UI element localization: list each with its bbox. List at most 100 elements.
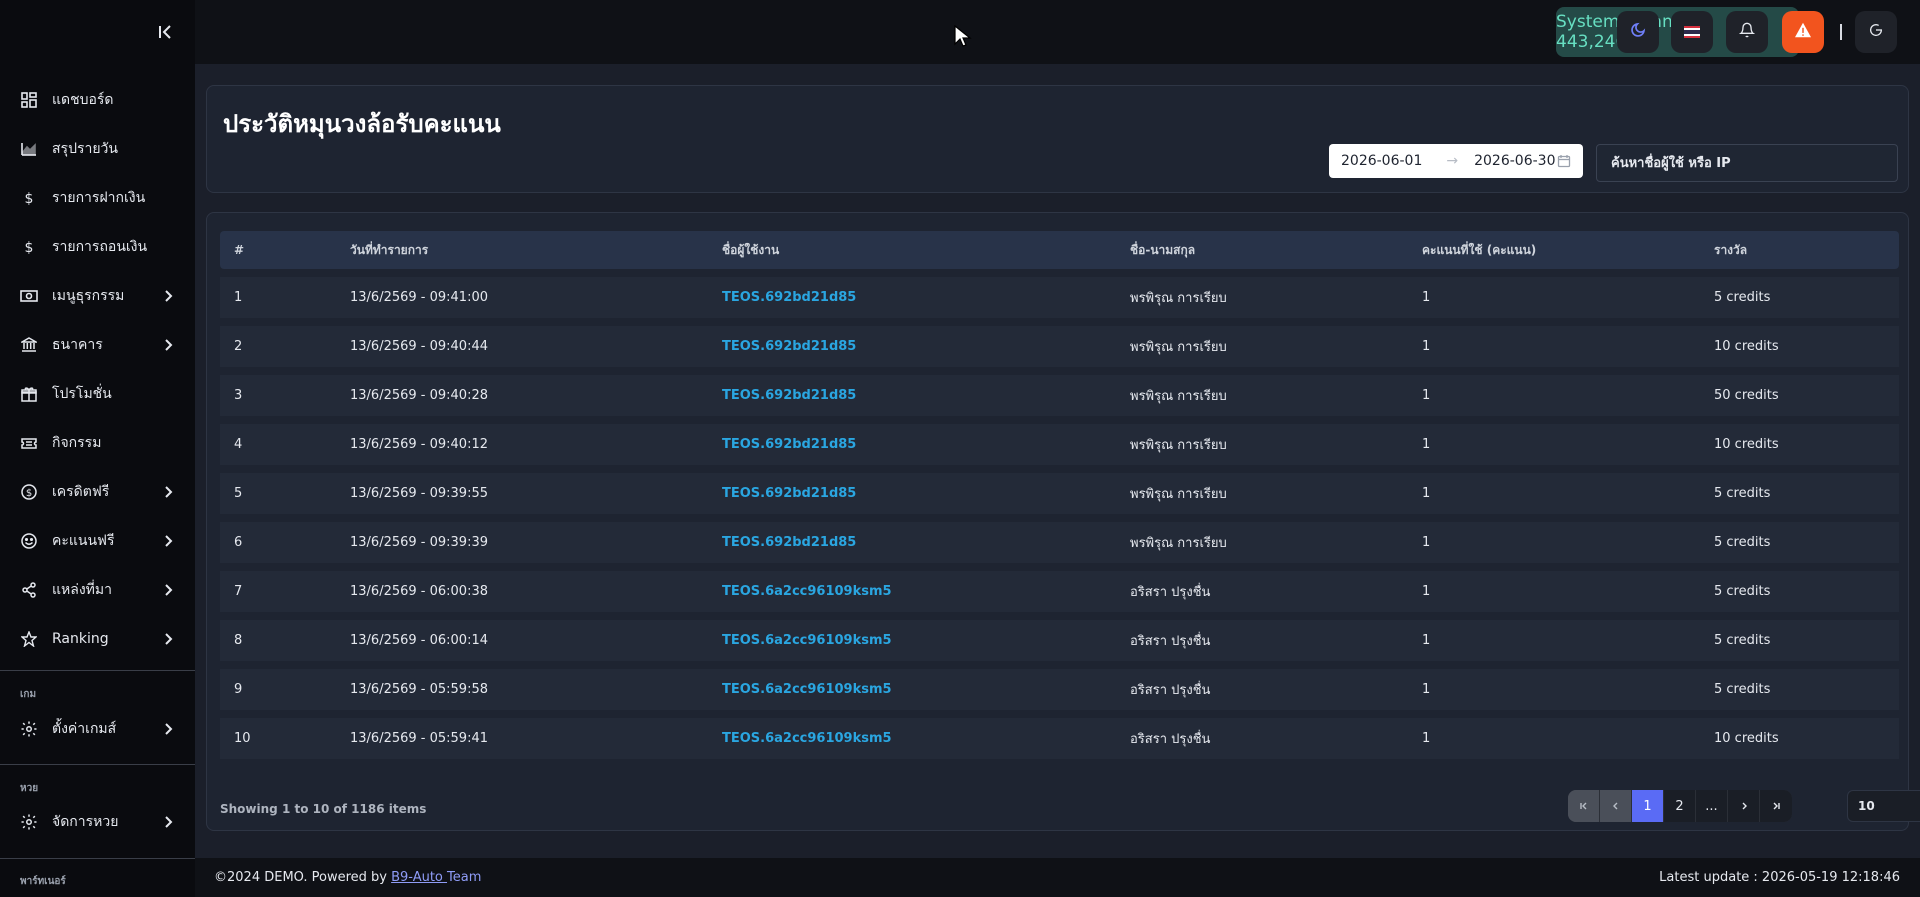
topbar: System Balance : 443,246.02 [195,0,1920,64]
table-row: 7 13/6/2569 - 06:00:38 TEOS.6a2cc96109ksm5… [220,571,1899,612]
date-range-picker[interactable]: 2026-06-01 → 2026-06-30 [1329,144,1583,178]
sidebar-item-5[interactable]: ธนาคาร [0,320,195,369]
column-header: รางวัล [1714,242,1748,257]
username-link[interactable]: TEOS.6a2cc96109ksm5 [708,633,1116,648]
table-cell: 10 credits [1714,731,1779,746]
table-cell: 13/6/2569 - 05:59:58 [350,682,488,697]
page-button-1[interactable]: 1 [1632,790,1664,822]
collapse-sidebar-icon[interactable] [157,23,175,41]
sidebar-item-1[interactable]: สรุปรายวัน [0,124,195,173]
section-title-lotto: หวย [20,783,39,794]
logout-button[interactable] [1855,11,1897,53]
pagination: 1 2 ... [1568,790,1792,822]
table-cell: อริสรา ปรุงชื่น [1130,634,1211,649]
language-button[interactable] [1671,11,1713,53]
sidebar-item-2[interactable]: $ รายการฝากเงิน [0,173,195,222]
data-table: # วันที่ทำรายการ ชื่อผู้ใช้งาน ชื่อ-นามสกุล… [220,231,1899,759]
next-page-button[interactable] [1728,790,1760,822]
brand-link-suffix[interactable]: Team [447,870,481,885]
latest-update: Latest update : 2026-05-19 12:18:46 [1659,870,1900,885]
sidebar-item-9[interactable]: คะแนนฟรี [0,516,195,565]
table-cell: 5 credits [1714,290,1771,305]
alert-button[interactable] [1782,11,1824,53]
last-page-button[interactable] [1760,790,1792,822]
username-link[interactable]: TEOS.6a2cc96109ksm5 [708,731,1116,746]
username-link[interactable]: TEOS.6a2cc96109ksm5 [708,584,1116,599]
sidebar: แดชบอร์ดสรุปรายวัน $ รายการฝากเงิน $ รายการถ… [0,0,195,897]
username-link[interactable]: TEOS.692bd21d85 [708,290,1116,305]
chevron-right-icon [161,533,175,547]
theme-toggle-button[interactable] [1617,11,1659,53]
sidebar-divider [0,858,195,859]
sidebar-item-label: สรุปรายวัน [52,140,118,157]
chevron-right-icon [161,337,175,351]
sidebar-item-lotto-manage[interactable]: จัดการหวย [0,797,195,846]
per-page-select[interactable]: 10 [1847,790,1920,822]
username-link[interactable]: TEOS.692bd21d85 [708,437,1116,452]
table-cell: 13/6/2569 - 09:40:44 [350,339,488,354]
page-ellipsis[interactable]: ... [1696,790,1728,822]
table-cell: 13/6/2569 - 09:41:00 [350,290,488,305]
chart-area-icon [20,140,38,158]
dollar-icon: $ [20,189,38,207]
sidebar-item-label: แหล่งที่มา [52,581,112,598]
gear-icon [20,720,38,738]
sidebar-item-4[interactable]: เมนูธุรกรรม [0,271,195,320]
username-link[interactable]: TEOS.692bd21d85 [708,388,1116,403]
table-cell: 13/6/2569 - 09:39:39 [350,535,488,550]
chevron-right-icon [161,582,175,596]
sidebar-item-3[interactable]: $ รายการถอนเงิน [0,222,195,271]
table-cell: 3 [234,388,243,403]
username-link[interactable]: TEOS.6a2cc96109ksm5 [708,682,1116,697]
column-header: วันที่ทำรายการ [350,242,429,257]
page-button-2[interactable]: 2 [1664,790,1696,822]
section-title-partner: พาร์ทเนอร์ [20,876,66,887]
section-title-game: เกม [20,689,37,700]
table-cell: 1 [1422,682,1431,697]
table-cell: 1 [1422,633,1431,648]
table-cell: 5 credits [1714,682,1771,697]
bank-icon [20,336,38,354]
table-cell: 50 credits [1714,388,1779,403]
sidebar-item-11[interactable]: Ranking [0,614,195,663]
table-cell: 5 credits [1714,633,1771,648]
table-body: 1 13/6/2569 - 09:41:00 TEOS.692bd21d85 พรพิ… [220,277,1899,759]
brand-link[interactable]: B9-Auto [391,870,447,885]
table-cell: 13/6/2569 - 05:59:41 [350,731,488,746]
chevron-right-icon [161,814,175,828]
column-header: คะแนนที่ใช้ (คะแนน) [1422,242,1537,257]
table-cell: 10 [234,731,251,746]
table-cell: 1 [1422,437,1431,452]
mouse-cursor-icon [954,24,972,49]
sidebar-item-6[interactable]: โปรโมชั่น [0,369,195,418]
table-cell: 1 [1422,388,1431,403]
sidebar-item-game-settings[interactable]: ตั้งค่าเกมส์ [0,704,195,753]
sidebar-item-8[interactable]: $ เครดิตฟรี [0,467,195,516]
table-cell: อริสรา ปรุงชื่น [1130,585,1211,600]
chevron-right-icon [161,721,175,735]
money-bill-icon [20,287,38,305]
sidebar-item-0[interactable]: แดชบอร์ด [0,75,195,124]
svg-text:$: $ [25,191,34,206]
table-cell: 13/6/2569 - 06:00:14 [350,633,488,648]
table-cell: 2 [234,339,243,354]
sidebar-item-label: แดชบอร์ด [52,91,114,108]
bell-icon [1738,22,1756,42]
sidebar-item-label: โปรโมชั่น [52,385,112,402]
notifications-button[interactable] [1726,11,1768,53]
per-page-value: 10 [1858,799,1875,813]
sidebar-item-7[interactable]: กิจกรรม [0,418,195,467]
search-input[interactable] [1596,144,1898,182]
username-link[interactable]: TEOS.692bd21d85 [708,535,1116,550]
calendar-icon [1557,154,1571,168]
sidebar-item-10[interactable]: แหล่งที่มา [0,565,195,614]
first-page-button[interactable] [1568,790,1600,822]
sidebar-item-label: Ranking [52,630,109,647]
username-link[interactable]: TEOS.692bd21d85 [708,339,1116,354]
table-cell: 1 [234,290,243,305]
sidebar-nav: แดชบอร์ดสรุปรายวัน $ รายการฝากเงิน $ รายการถ… [0,75,195,663]
warning-icon [1794,22,1812,42]
table-cell: 10 credits [1714,437,1779,452]
prev-page-button[interactable] [1600,790,1632,822]
username-link[interactable]: TEOS.692bd21d85 [708,486,1116,501]
